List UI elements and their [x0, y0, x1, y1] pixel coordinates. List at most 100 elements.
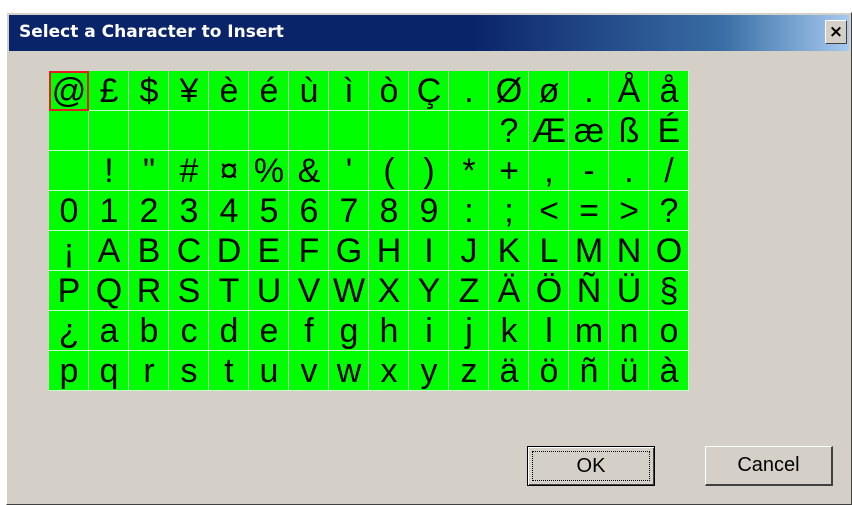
character-cell[interactable]: J	[449, 231, 489, 271]
character-cell[interactable]	[409, 111, 449, 151]
character-cell[interactable]: å	[649, 71, 689, 111]
character-cell[interactable]: -	[569, 151, 609, 191]
character-cell[interactable]: v	[289, 351, 329, 391]
character-cell[interactable]: è	[209, 71, 249, 111]
character-cell[interactable]: f	[289, 311, 329, 351]
character-cell[interactable]: ¤	[209, 151, 249, 191]
character-cell[interactable]: O	[649, 231, 689, 271]
character-cell[interactable]: b	[129, 311, 169, 351]
character-cell[interactable]: M	[569, 231, 609, 271]
character-cell[interactable]: <	[529, 191, 569, 231]
character-cell[interactable]: Å	[609, 71, 649, 111]
character-cell[interactable]	[449, 111, 489, 151]
character-cell[interactable]: 4	[209, 191, 249, 231]
character-cell[interactable]: É	[649, 111, 689, 151]
character-cell[interactable]	[209, 111, 249, 151]
character-cell[interactable]: u	[249, 351, 289, 391]
character-cell[interactable]: E	[249, 231, 289, 271]
character-cell[interactable]: F	[289, 231, 329, 271]
character-cell[interactable]: ö	[529, 351, 569, 391]
character-cell[interactable]: p	[49, 351, 89, 391]
character-cell[interactable]: ?	[649, 191, 689, 231]
cancel-button[interactable]: Cancel	[705, 446, 833, 486]
character-cell[interactable]: Ä	[489, 271, 529, 311]
character-cell[interactable]	[129, 111, 169, 151]
character-cell[interactable]: W	[329, 271, 369, 311]
character-cell[interactable]: &	[289, 151, 329, 191]
character-cell[interactable]: I	[409, 231, 449, 271]
character-cell[interactable]: 8	[369, 191, 409, 231]
ok-button[interactable]: OK	[527, 446, 655, 486]
character-cell[interactable]: !	[89, 151, 129, 191]
character-cell[interactable]: B	[129, 231, 169, 271]
character-cell[interactable]: >	[609, 191, 649, 231]
character-cell[interactable]	[329, 111, 369, 151]
character-cell[interactable]: N	[609, 231, 649, 271]
character-cell[interactable]: ,	[529, 151, 569, 191]
character-cell[interactable]: Ñ	[569, 271, 609, 311]
character-cell[interactable]: ù	[289, 71, 329, 111]
character-cell[interactable]: K	[489, 231, 529, 271]
character-cell[interactable]: n	[609, 311, 649, 351]
character-cell[interactable]: i	[409, 311, 449, 351]
character-cell[interactable]: æ	[569, 111, 609, 151]
character-cell[interactable]: Ø	[489, 71, 529, 111]
character-cell[interactable]	[49, 111, 89, 151]
character-cell[interactable]: h	[369, 311, 409, 351]
character-cell[interactable]: *	[449, 151, 489, 191]
character-cell[interactable]: L	[529, 231, 569, 271]
character-cell[interactable]: 3	[169, 191, 209, 231]
character-cell[interactable]: G	[329, 231, 369, 271]
character-cell[interactable]: U	[249, 271, 289, 311]
character-cell[interactable]: #	[169, 151, 209, 191]
character-cell[interactable]: V	[289, 271, 329, 311]
character-cell[interactable]: y	[409, 351, 449, 391]
character-cell[interactable]: 6	[289, 191, 329, 231]
character-cell[interactable]: S	[169, 271, 209, 311]
character-cell[interactable]: Y	[409, 271, 449, 311]
character-cell[interactable]: d	[209, 311, 249, 351]
character-cell[interactable]: +	[489, 151, 529, 191]
character-cell[interactable]: X	[369, 271, 409, 311]
character-cell[interactable]: ;	[489, 191, 529, 231]
character-cell[interactable]: %	[249, 151, 289, 191]
character-cell[interactable]: w	[329, 351, 369, 391]
close-button[interactable]: ×	[825, 20, 847, 44]
character-cell[interactable]: ì	[329, 71, 369, 111]
character-cell[interactable]: '	[329, 151, 369, 191]
character-cell[interactable]: /	[649, 151, 689, 191]
character-cell[interactable]: m	[569, 311, 609, 351]
character-cell[interactable]: 2	[129, 191, 169, 231]
character-cell[interactable]	[369, 111, 409, 151]
character-cell[interactable]: x	[369, 351, 409, 391]
character-cell[interactable]: k	[489, 311, 529, 351]
character-cell[interactable]: à	[649, 351, 689, 391]
character-cell[interactable]: D	[209, 231, 249, 271]
character-cell[interactable]: P	[49, 271, 89, 311]
character-cell[interactable]: 9	[409, 191, 449, 231]
character-cell[interactable]: ø	[529, 71, 569, 111]
character-cell[interactable]: (	[369, 151, 409, 191]
character-cell[interactable]	[89, 111, 129, 151]
character-cell[interactable]	[49, 151, 89, 191]
character-cell[interactable]: 1	[89, 191, 129, 231]
character-cell[interactable]	[249, 111, 289, 151]
character-cell[interactable]: c	[169, 311, 209, 351]
character-cell[interactable]: g	[329, 311, 369, 351]
character-cell[interactable]: $	[129, 71, 169, 111]
character-cell[interactable]: e	[249, 311, 289, 351]
character-cell[interactable]	[289, 111, 329, 151]
character-cell[interactable]: t	[209, 351, 249, 391]
character-cell[interactable]: s	[169, 351, 209, 391]
character-cell[interactable]: q	[89, 351, 129, 391]
character-cell[interactable]: Ö	[529, 271, 569, 311]
title-bar[interactable]: Select a Character to Insert ×	[9, 15, 849, 51]
character-cell[interactable]: a	[89, 311, 129, 351]
character-cell[interactable]: ?	[489, 111, 529, 151]
character-cell[interactable]: @	[49, 71, 89, 111]
character-cell[interactable]: R	[129, 271, 169, 311]
character-cell[interactable]: ò	[369, 71, 409, 111]
character-cell[interactable]: z	[449, 351, 489, 391]
character-cell[interactable]: ¥	[169, 71, 209, 111]
character-cell[interactable]: l	[529, 311, 569, 351]
